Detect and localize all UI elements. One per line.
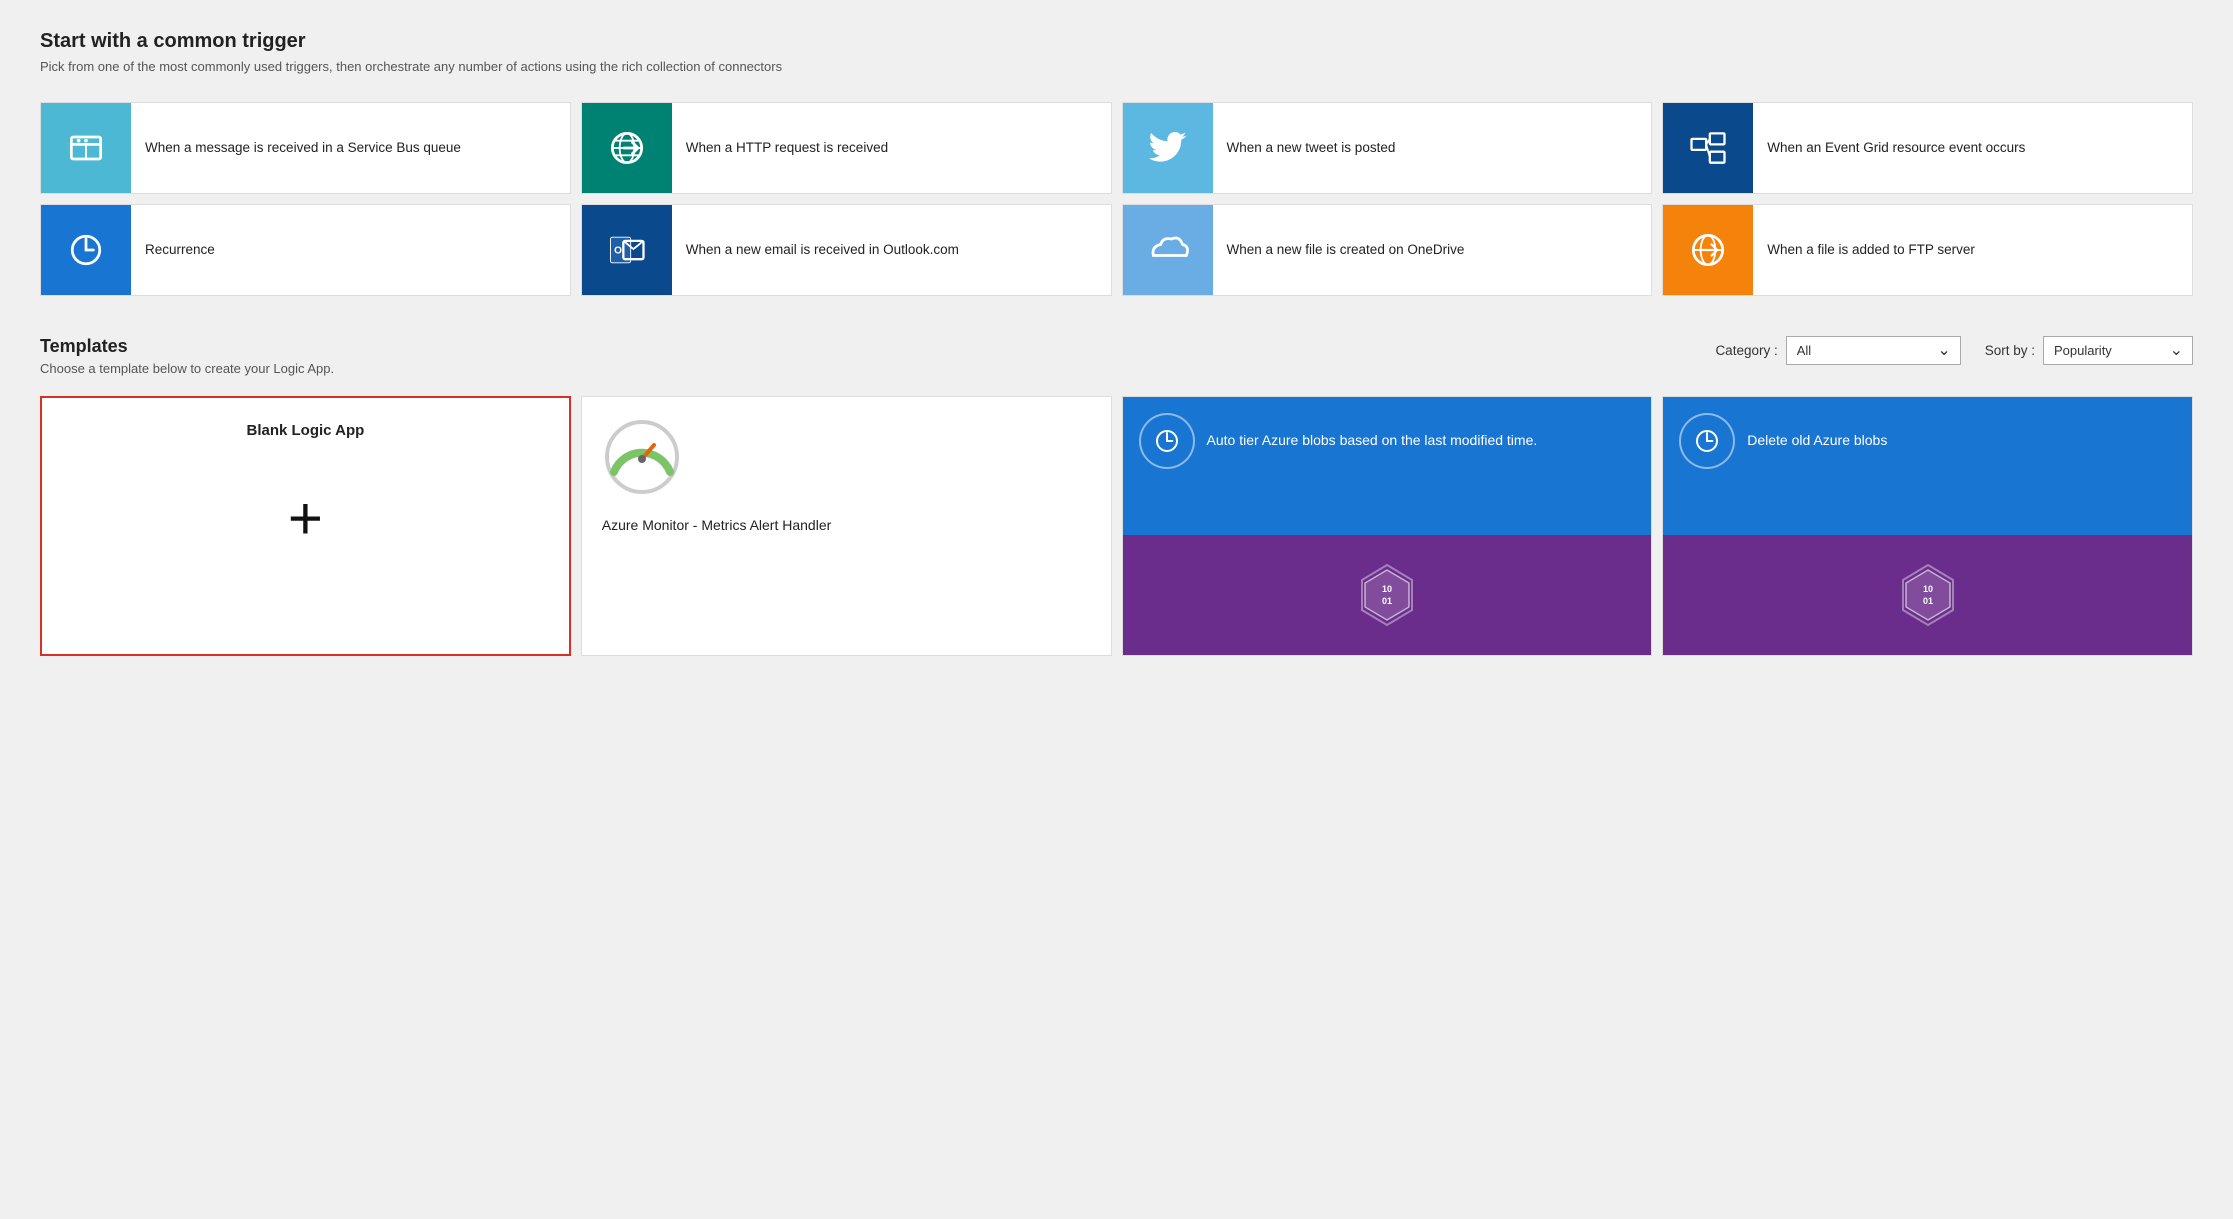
blank-title: Blank Logic App: [62, 422, 549, 439]
template-card-delete-blobs[interactable]: Delete old Azure blobs 10 01: [1662, 396, 2193, 656]
event-grid-icon: [1663, 103, 1753, 193]
template-card-monitor[interactable]: Azure Monitor - Metrics Alert Handler: [581, 396, 1112, 656]
trigger-label-ftp: When a file is added to FTP server: [1753, 229, 1989, 272]
trigger-card-twitter[interactable]: When a new tweet is posted: [1122, 102, 1653, 194]
trigger-card-recurrence[interactable]: Recurrence: [40, 204, 571, 296]
trigger-label-http: When a HTTP request is received: [672, 127, 902, 170]
templates-subtitle: Choose a template below to create your L…: [40, 361, 334, 376]
monitor-title: Azure Monitor - Metrics Alert Handler: [602, 516, 832, 536]
auto-tier-title: Auto tier Azure blobs based on the last …: [1207, 431, 1538, 451]
service-bus-icon: [41, 103, 131, 193]
template-card-auto-tier[interactable]: Auto tier Azure blobs based on the last …: [1122, 396, 1653, 656]
trigger-grid: When a message is received in a Service …: [40, 102, 2193, 296]
svg-text:10: 10: [1382, 584, 1392, 594]
delete-blobs-recurrence-icon: [1679, 413, 1735, 469]
blank-plus-icon: +: [288, 489, 323, 549]
templates-title-block: Templates Choose a template below to cre…: [40, 336, 334, 376]
sortby-control: Sort by : Popularity Name Newest: [1985, 336, 2193, 365]
templates-controls: Category : All AI + Machine Learning Bus…: [1715, 336, 2193, 365]
delete-blobs-title: Delete old Azure blobs: [1747, 431, 1887, 451]
trigger-label-twitter: When a new tweet is posted: [1213, 127, 1410, 170]
trigger-card-ftp[interactable]: When a file is added to FTP server: [1662, 204, 2193, 296]
category-select[interactable]: All AI + Machine Learning Business Autom…: [1786, 336, 1961, 365]
svg-text:01: 01: [1382, 596, 1392, 606]
trigger-card-event-grid[interactable]: When an Event Grid resource event occurs: [1662, 102, 2193, 194]
outlook-icon: O: [582, 205, 672, 295]
category-label: Category :: [1715, 343, 1777, 358]
category-control: Category : All AI + Machine Learning Bus…: [1715, 336, 1960, 365]
trigger-label-recurrence: Recurrence: [131, 229, 229, 272]
onedrive-icon: [1123, 205, 1213, 295]
http-icon: [582, 103, 672, 193]
template-grid: Blank Logic App + Azure Monitor - Metric…: [40, 396, 2193, 656]
trigger-label-event-grid: When an Event Grid resource event occurs: [1753, 127, 2039, 170]
trigger-card-http[interactable]: When a HTTP request is received: [581, 102, 1112, 194]
recurrence-icon: [41, 205, 131, 295]
page-subtitle: Pick from one of the most commonly used …: [40, 59, 2193, 74]
monitor-gauge-icon: [602, 417, 682, 500]
svg-text:10: 10: [1923, 584, 1933, 594]
auto-tier-recurrence-icon: [1139, 413, 1195, 469]
trigger-card-outlook[interactable]: O When a new email is received in Outloo…: [581, 204, 1112, 296]
trigger-label-outlook: When a new email is received in Outlook.…: [672, 229, 973, 272]
svg-text:01: 01: [1923, 596, 1933, 606]
ftp-icon: [1663, 205, 1753, 295]
template-card-blank[interactable]: Blank Logic App +: [40, 396, 571, 656]
trigger-card-service-bus[interactable]: When a message is received in a Service …: [40, 102, 571, 194]
sortby-label: Sort by :: [1985, 343, 2035, 358]
twitter-icon: [1123, 103, 1213, 193]
page-title: Start with a common trigger: [40, 30, 2193, 53]
trigger-label-service-bus: When a message is received in a Service …: [131, 127, 475, 170]
trigger-card-onedrive[interactable]: When a new file is created on OneDrive: [1122, 204, 1653, 296]
templates-header: Templates Choose a template below to cre…: [40, 336, 2193, 376]
templates-title: Templates: [40, 336, 334, 357]
svg-text:O: O: [614, 246, 622, 257]
sortby-select[interactable]: Popularity Name Newest: [2043, 336, 2193, 365]
trigger-label-onedrive: When a new file is created on OneDrive: [1213, 229, 1479, 272]
